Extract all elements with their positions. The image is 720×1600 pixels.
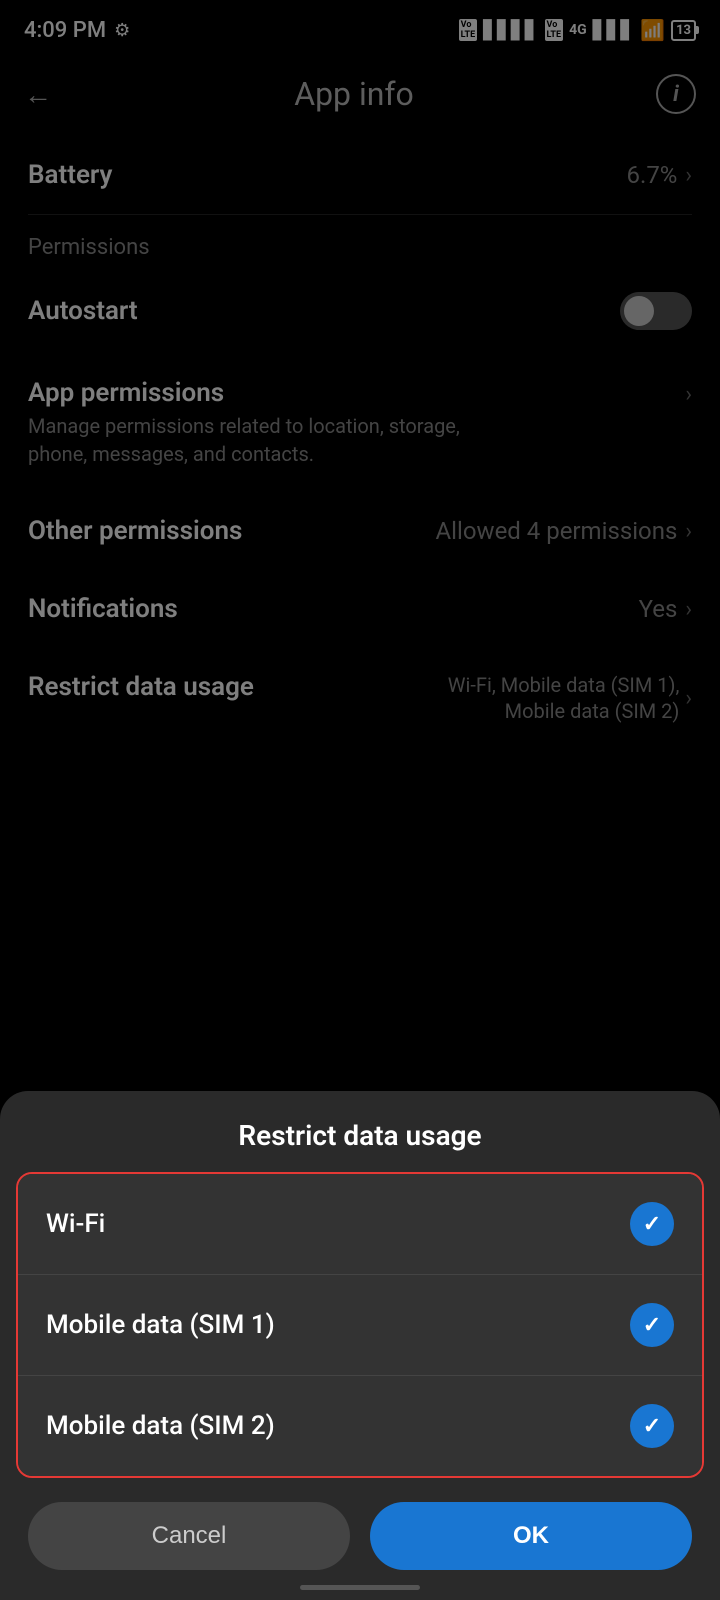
wifi-option-row[interactable]: Wi-Fi ✓	[18, 1174, 702, 1274]
sim1-option-label: Mobile data (SIM 1)	[46, 1310, 275, 1340]
sim2-option-label: Mobile data (SIM 2)	[46, 1411, 275, 1441]
ok-button[interactable]: OK	[370, 1502, 692, 1570]
cancel-button[interactable]: Cancel	[28, 1502, 350, 1570]
sim1-checkbox[interactable]: ✓	[630, 1303, 674, 1347]
home-indicator	[300, 1585, 420, 1590]
wifi-option-label: Wi-Fi	[46, 1209, 105, 1239]
bottom-sheet-buttons: Cancel OK	[0, 1478, 720, 1580]
wifi-check-icon: ✓	[643, 1212, 661, 1237]
sim2-checkbox[interactable]: ✓	[630, 1404, 674, 1448]
sim2-check-icon: ✓	[643, 1414, 661, 1439]
sim1-option-row[interactable]: Mobile data (SIM 1) ✓	[18, 1274, 702, 1375]
sim2-option-row[interactable]: Mobile data (SIM 2) ✓	[18, 1375, 702, 1476]
bottom-sheet: Restrict data usage Wi-Fi ✓ Mobile data …	[0, 1091, 720, 1600]
bottom-sheet-title: Restrict data usage	[0, 1091, 720, 1172]
sim1-check-icon: ✓	[643, 1313, 661, 1338]
wifi-checkbox[interactable]: ✓	[630, 1202, 674, 1246]
restrict-options-list: Wi-Fi ✓ Mobile data (SIM 1) ✓ Mobile dat…	[16, 1172, 704, 1478]
